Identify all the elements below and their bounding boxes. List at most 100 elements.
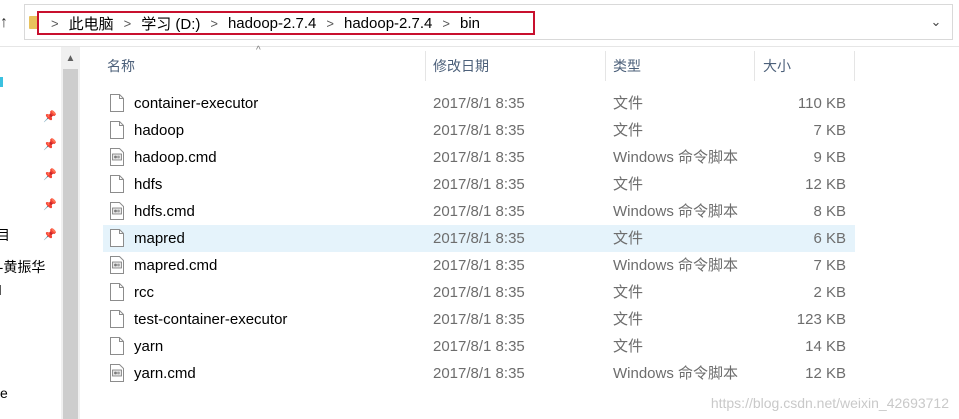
- file-size: 7 KB: [813, 122, 846, 139]
- column-divider[interactable]: [425, 51, 426, 81]
- nav-item-fragment: [0, 285, 1, 295]
- file-icon: [110, 94, 124, 112]
- file-type: 文件: [613, 311, 644, 328]
- pin-icon[interactable]: 📌: [43, 199, 57, 211]
- file-row[interactable]: mapred 2017/8/1 8:35 文件 6 KB: [103, 225, 855, 252]
- file-row[interactable]: mapred.cmd 2017/8/1 8:35 Windows 命令脚本 7 KB: [103, 252, 855, 279]
- file-list: ^ 名称 修改日期 类型 大小 container-executor 2017/8…: [80, 45, 959, 419]
- file-size: 12 KB: [805, 365, 846, 382]
- file-name: rcc: [134, 284, 154, 301]
- column-header-name[interactable]: 名称: [107, 47, 135, 85]
- pin-icon[interactable]: 📌: [43, 139, 57, 151]
- address-bar[interactable]: > 此电脑 > 学习 (D:) > hadoop-2.7.4 > hadoop-…: [24, 4, 953, 40]
- file-date: 2017/8/1 8:35: [433, 230, 525, 247]
- file-name: hdfs.cmd: [134, 203, 195, 220]
- file-icon: [110, 310, 124, 328]
- scroll-thumb[interactable]: [63, 69, 78, 419]
- file-name: test-container-executor: [134, 311, 288, 328]
- file-row[interactable]: rcc 2017/8/1 8:35 文件 2 KB: [103, 279, 855, 306]
- file-type: Windows 命令脚本: [613, 203, 739, 220]
- file-icon: [110, 283, 124, 301]
- file-name: mapred.cmd: [134, 257, 218, 274]
- file-type: 文件: [613, 95, 644, 112]
- file-date: 2017/8/1 8:35: [433, 338, 525, 355]
- breadcrumb: > 此电脑 > 学习 (D:) > hadoop-2.7.4 > hadoop-…: [51, 13, 486, 33]
- up-arrow-icon[interactable]: ↑: [0, 13, 14, 33]
- file-name: yarn: [134, 338, 164, 355]
- file-type: Windows 命令脚本: [613, 257, 739, 274]
- chevron-down-icon[interactable]: ⌄: [928, 15, 944, 29]
- file-date: 2017/8/1 8:35: [433, 365, 525, 382]
- file-date: 2017/8/1 8:35: [433, 311, 525, 328]
- file-row[interactable]: hadoop 2017/8/1 8:35 文件 7 KB: [103, 117, 855, 144]
- nav-scrollbar[interactable]: ▲: [61, 47, 80, 419]
- breadcrumb-this-pc[interactable]: 此电脑: [69, 13, 114, 34]
- column-header-type[interactable]: 类型: [613, 47, 641, 85]
- file-row[interactable]: yarn.cmd 2017/8/1 8:35 Windows 命令脚本 12 KB: [103, 360, 855, 387]
- file-date: 2017/8/1 8:35: [433, 95, 525, 112]
- chevron-right-icon[interactable]: >: [326, 16, 334, 31]
- file-type: 文件: [613, 284, 644, 301]
- file-icon: [110, 175, 124, 193]
- file-size: 9 KB: [813, 149, 846, 166]
- file-date: 2017/8/1 8:35: [433, 149, 525, 166]
- file-name: hadoop: [134, 122, 185, 139]
- column-divider[interactable]: [854, 51, 855, 81]
- address-bar-row: ↑ > 此电脑 > 学习 (D:) > hadoop-2.7.4 > hadoo…: [0, 0, 959, 47]
- file-row[interactable]: yarn 2017/8/1 8:35 文件 14 KB: [103, 333, 855, 360]
- file-size: 8 KB: [813, 203, 846, 220]
- watermark: https://blog.csdn.net/weixin_42693712: [710, 395, 949, 411]
- file-row[interactable]: test-container-executor 2017/8/1 8:35 文件 12…: [103, 306, 855, 333]
- file-type: Windows 命令脚本: [613, 149, 739, 166]
- nav-item[interactable]: --黄振华: [0, 257, 45, 277]
- navigation-pane: 📌 📌 📌 📌 📌 目 --黄振华 e: [0, 47, 60, 419]
- file-type: 文件: [613, 122, 644, 139]
- breadcrumb-drive-d[interactable]: 学习 (D:): [141, 13, 200, 34]
- pin-icon[interactable]: 📌: [43, 229, 57, 241]
- column-divider[interactable]: [754, 51, 755, 81]
- file-type: 文件: [613, 176, 644, 193]
- file-row[interactable]: container-executor 2017/8/1 8:35 文件 110 KB: [103, 90, 855, 117]
- file-date: 2017/8/1 8:35: [433, 176, 525, 193]
- nav-item[interactable]: e: [0, 385, 8, 401]
- chevron-right-icon[interactable]: >: [210, 16, 218, 31]
- column-divider[interactable]: [605, 51, 606, 81]
- breadcrumb-bin[interactable]: bin: [460, 15, 480, 32]
- sort-ascending-icon: ^: [256, 45, 261, 56]
- file-row[interactable]: hdfs.cmd 2017/8/1 8:35 Windows 命令脚本 8 KB: [103, 198, 855, 225]
- pin-icon[interactable]: 📌: [43, 111, 57, 123]
- file-size: 110 KB: [797, 95, 846, 112]
- file-size: 12 KB: [805, 176, 846, 193]
- file-size: 123 KB: [796, 311, 846, 328]
- file-row[interactable]: hdfs 2017/8/1 8:35 文件 12 KB: [103, 171, 855, 198]
- file-row[interactable]: hadoop.cmd 2017/8/1 8:35 Windows 命令脚本 9 KB: [103, 144, 855, 171]
- file-size: 7 KB: [813, 257, 846, 274]
- chevron-right-icon[interactable]: >: [124, 16, 132, 31]
- scroll-up-icon[interactable]: ▲: [61, 51, 80, 67]
- chevron-right-icon[interactable]: >: [442, 16, 450, 31]
- pin-icon[interactable]: 📌: [43, 169, 57, 181]
- breadcrumb-hadoop-outer[interactable]: hadoop-2.7.4: [228, 15, 316, 32]
- file-icon: [110, 229, 124, 247]
- file-icon: [110, 121, 124, 139]
- column-header-size[interactable]: 大小: [763, 47, 791, 85]
- file-date: 2017/8/1 8:35: [433, 203, 525, 220]
- file-name: container-executor: [134, 95, 259, 112]
- nav-item[interactable]: 目: [0, 225, 10, 245]
- script-file-icon: [110, 202, 124, 220]
- chevron-right-icon[interactable]: >: [51, 16, 59, 31]
- file-type: 文件: [613, 230, 644, 247]
- file-size: 14 KB: [805, 338, 846, 355]
- file-name: yarn.cmd: [134, 365, 196, 382]
- script-file-icon: [110, 364, 124, 382]
- file-name: hdfs: [134, 176, 163, 193]
- file-name: mapred: [134, 230, 185, 247]
- file-icon: [110, 337, 124, 355]
- script-file-icon: [110, 148, 124, 166]
- file-type: Windows 命令脚本: [613, 365, 739, 382]
- column-header-date[interactable]: 修改日期: [433, 47, 489, 85]
- file-name: hadoop.cmd: [134, 149, 217, 166]
- file-date: 2017/8/1 8:35: [433, 257, 525, 274]
- file-size: 6 KB: [813, 230, 846, 247]
- breadcrumb-hadoop-inner[interactable]: hadoop-2.7.4: [344, 15, 432, 32]
